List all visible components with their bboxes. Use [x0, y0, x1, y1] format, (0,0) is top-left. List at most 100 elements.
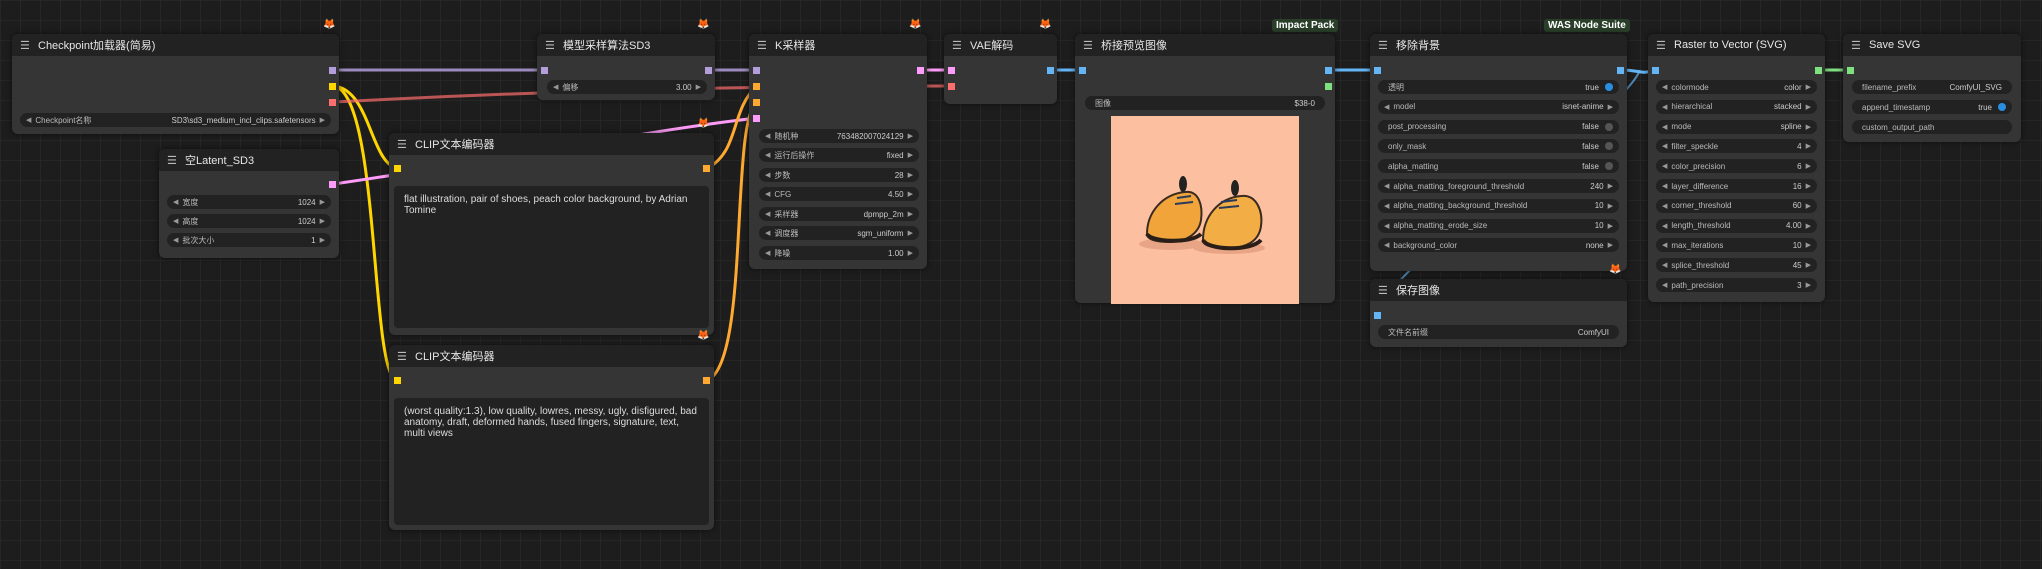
max-iterations-widget[interactable]: ◀ max_iterations 10 ▶ — [1656, 238, 1817, 253]
node-raster-to-vector[interactable]: ☰ Raster to Vector (SVG) ◀ colormode color ▶… — [1648, 34, 1825, 302]
alpha-matting-background-threshold-widget[interactable]: ◀ alpha_matting_background_threshold 10 ▶ — [1378, 198, 1619, 213]
arrow-right-icon[interactable]: ▶ — [1608, 103, 1613, 111]
sampler-widget[interactable]: ◀ 采样器 dpmpp_2m ▶ — [759, 207, 919, 221]
arrow-left-icon[interactable]: ◀ — [1384, 182, 1389, 190]
node-header[interactable]: ☰ CLIP文本编码器 — [389, 133, 714, 155]
node-header[interactable]: ☰ Save SVG — [1843, 34, 2021, 56]
arrow-right-icon[interactable]: ▶ — [1806, 123, 1811, 131]
hamburger-icon[interactable]: ☰ — [1851, 39, 1863, 52]
hamburger-icon[interactable]: ☰ — [1378, 39, 1390, 52]
arrow-left-icon[interactable]: ◀ — [1662, 103, 1667, 111]
output-port-vae[interactable] — [329, 99, 336, 106]
hamburger-icon[interactable]: ☰ — [397, 350, 409, 363]
output-port-latent[interactable] — [329, 181, 336, 188]
node-clip-text-encode-negative[interactable]: ☰ CLIP文本编码器 (worst quality:1.3), low qual… — [389, 345, 714, 530]
filename-prefix-widget[interactable]: filename_prefix ComfyUI_SVG — [1852, 80, 2012, 94]
arrow-right-icon[interactable]: ▶ — [1608, 182, 1613, 190]
arrow-right-icon[interactable]: ▶ — [1608, 202, 1613, 210]
node-header[interactable]: ☰ Checkpoint加载器(简易) — [12, 34, 339, 56]
arrow-left-icon[interactable]: ◀ — [1384, 222, 1389, 230]
seed-widget[interactable]: ◀ 随机种 763482007024129 ▶ — [759, 129, 919, 143]
input-port-clip[interactable] — [394, 165, 401, 172]
arrow-left-icon[interactable]: ◀ — [1662, 281, 1667, 289]
filter-speckle-widget[interactable]: ◀ filter_speckle 4 ▶ — [1656, 139, 1817, 154]
hamburger-icon[interactable]: ☰ — [20, 39, 32, 52]
hamburger-icon[interactable]: ☰ — [397, 138, 409, 151]
arrow-left-icon[interactable]: ◀ — [1384, 202, 1389, 210]
input-port-images[interactable] — [1079, 67, 1086, 74]
node-save-image[interactable]: ☰ 保存图像 文件名前缀 ComfyUI — [1370, 279, 1627, 347]
arrow-right-icon[interactable]: ▶ — [320, 116, 325, 124]
path-precision-widget[interactable]: ◀ path_precision 3 ▶ — [1656, 278, 1817, 292]
append-timestamp-toggle[interactable]: append_timestamp true — [1852, 100, 2012, 114]
output-port-image[interactable] — [1325, 67, 1332, 74]
node-model-sampling-sd3[interactable]: ☰ 模型采样算法SD3 ◀ 偏移 3.00 ▶ — [537, 34, 715, 100]
prompt-textarea[interactable]: (worst quality:1.3), low quality, lowres… — [394, 398, 709, 525]
node-save-svg[interactable]: ☰ Save SVG filename_prefix ComfyUI_SVG app… — [1843, 34, 2021, 142]
arrow-right-icon[interactable]: ▶ — [1806, 222, 1811, 230]
scheduler-widget[interactable]: ◀ 调度器 sgm_uniform ▶ — [759, 226, 919, 240]
node-header[interactable]: ☰ VAE解码 — [944, 34, 1057, 56]
mode-widget[interactable]: ◀ mode spline ▶ — [1656, 119, 1817, 134]
arrow-right-icon[interactable]: ▶ — [1806, 162, 1811, 170]
denoise-widget[interactable]: ◀ 降噪 1.00 ▶ — [759, 246, 919, 260]
arrow-right-icon[interactable]: ▶ — [1806, 202, 1811, 210]
arrow-left-icon[interactable]: ◀ — [1662, 222, 1667, 230]
node-header[interactable]: ☰ CLIP文本编码器 — [389, 345, 714, 367]
node-clip-text-encode-positive[interactable]: ☰ CLIP文本编码器 flat illustration, pair of sh… — [389, 133, 714, 335]
arrow-left-icon[interactable]: ◀ — [26, 116, 31, 124]
cfg-widget[interactable]: ◀ CFG 4.50 ▶ — [759, 187, 919, 201]
batch-size-widget[interactable]: ◀ 批次大小 1 ▶ — [167, 233, 331, 247]
hamburger-icon[interactable]: ☰ — [757, 39, 769, 52]
shift-widget[interactable]: ◀ 偏移 3.00 ▶ — [547, 80, 707, 94]
hamburger-icon[interactable]: ☰ — [1378, 284, 1390, 297]
arrow-left-icon[interactable]: ◀ — [1662, 241, 1667, 249]
node-header[interactable]: ☰ 空Latent_SD3 — [159, 149, 339, 171]
image-widget[interactable]: 图像 $38-0 — [1085, 96, 1325, 110]
arrow-left-icon[interactable]: ◀ — [1662, 261, 1667, 269]
arrow-left-icon[interactable]: ◀ — [1662, 182, 1667, 190]
steps-widget[interactable]: ◀ 步数 28 ▶ — [759, 168, 919, 182]
width-widget[interactable]: ◀ 宽度 1024 ▶ — [167, 195, 331, 209]
output-port-mask[interactable] — [1325, 83, 1332, 90]
input-port-model[interactable] — [753, 67, 760, 74]
corner-threshold-widget[interactable]: ◀ corner_threshold 60 ▶ — [1656, 198, 1817, 213]
input-port-latent[interactable] — [753, 115, 760, 122]
input-port-clip[interactable] — [394, 377, 401, 384]
colormode-widget[interactable]: ◀ colormode color ▶ — [1656, 80, 1817, 94]
arrow-right-icon[interactable]: ▶ — [1608, 241, 1613, 249]
hierarchical-widget[interactable]: ◀ hierarchical stacked ▶ — [1656, 99, 1817, 114]
input-port-model[interactable] — [541, 67, 548, 74]
toggle-icon[interactable] — [1605, 83, 1613, 91]
length-threshold-widget[interactable]: ◀ length_threshold 4.00 ▶ — [1656, 218, 1817, 233]
model-widget[interactable]: ◀ model isnet-anime ▶ — [1378, 99, 1619, 114]
input-port-image[interactable] — [1652, 67, 1659, 74]
alpha-matting-erode-size-widget[interactable]: ◀ alpha_matting_erode_size 10 ▶ — [1378, 218, 1619, 233]
filename-prefix-widget[interactable]: 文件名前缀 ComfyUI — [1378, 325, 1619, 339]
node-checkpoint-loader[interactable]: ☰ Checkpoint加载器(简易) ◀ Checkpoint名称 SD3\sd3_… — [12, 34, 339, 134]
arrow-left-icon[interactable]: ◀ — [1662, 123, 1667, 131]
output-port-clip[interactable] — [329, 83, 336, 90]
splice-threshold-widget[interactable]: ◀ splice_threshold 45 ▶ — [1656, 258, 1817, 273]
input-port-negative[interactable] — [753, 99, 760, 106]
alpha-matting-widget[interactable]: alpha_matting false — [1378, 159, 1619, 174]
alpha-matting-foreground-threshold-widget[interactable]: ◀ alpha_matting_foreground_threshold 240 ▶ — [1378, 179, 1619, 193]
output-port-conditioning[interactable] — [703, 165, 710, 172]
output-port-images[interactable] — [1617, 67, 1624, 74]
input-port-samples[interactable] — [948, 67, 955, 74]
arrow-right-icon[interactable]: ▶ — [1806, 261, 1811, 269]
control-after-generate-widget[interactable]: ◀ 运行后操作 fixed ▶ — [759, 148, 919, 162]
arrow-right-icon[interactable]: ▶ — [1806, 83, 1811, 91]
hamburger-icon[interactable]: ☰ — [545, 39, 557, 52]
hamburger-icon[interactable]: ☰ — [1083, 39, 1095, 52]
output-port-conditioning[interactable] — [703, 377, 710, 384]
output-port-latent[interactable] — [917, 67, 924, 74]
node-preview-bridge[interactable]: ☰ 桥接预览图像 图像 $38-0 — [1075, 34, 1335, 304]
hamburger-icon[interactable]: ☰ — [167, 154, 179, 167]
layer-difference-widget[interactable]: ◀ layer_difference 16 ▶ — [1656, 179, 1817, 193]
node-header[interactable]: ☰ 桥接预览图像 — [1075, 34, 1335, 56]
hamburger-icon[interactable]: ☰ — [952, 39, 964, 52]
preview-image[interactable] — [1111, 116, 1299, 304]
toggle-icon[interactable] — [1605, 162, 1613, 171]
output-port-svg[interactable] — [1815, 67, 1822, 74]
